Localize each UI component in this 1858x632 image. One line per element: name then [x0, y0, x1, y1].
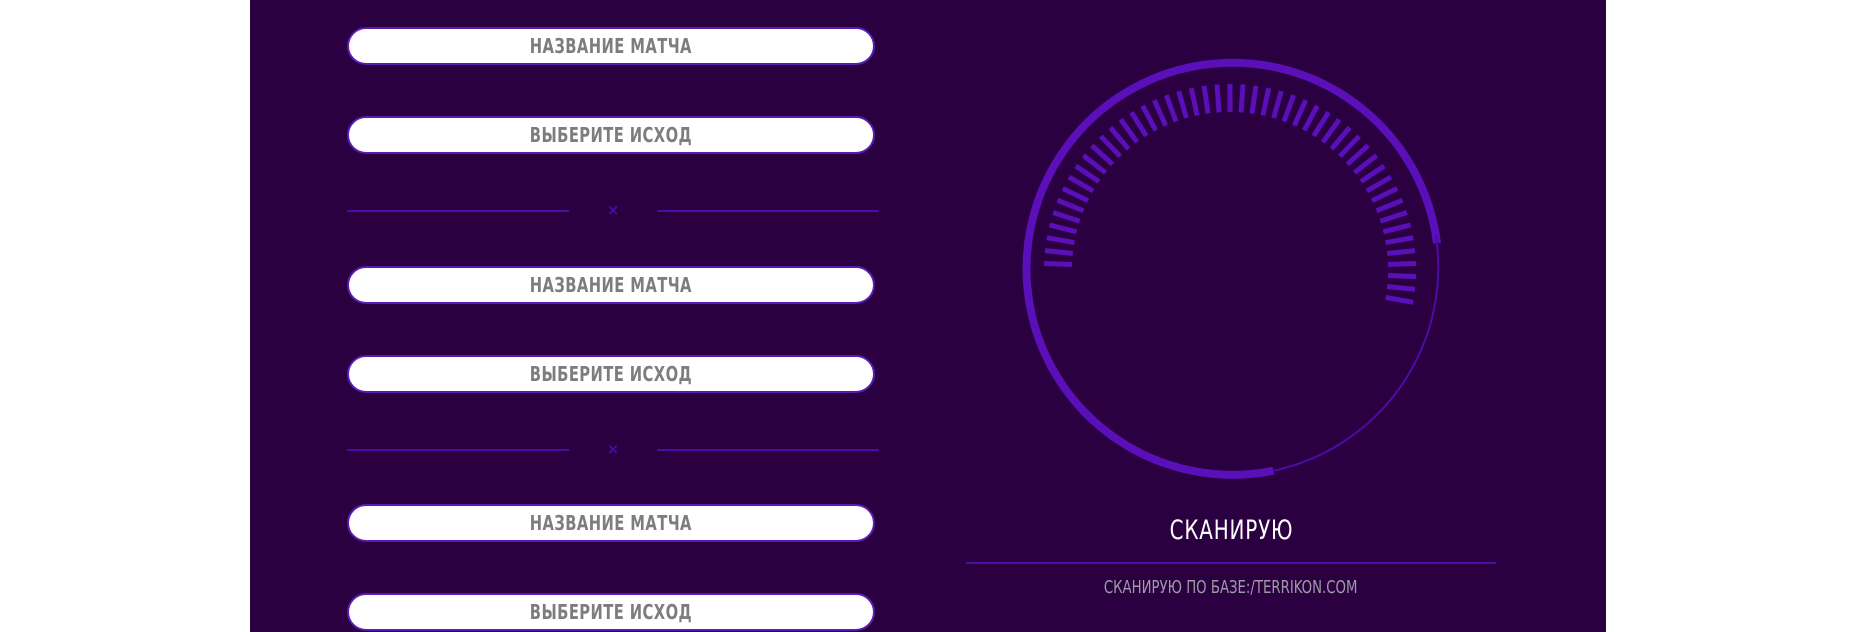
radar-tick: [1385, 294, 1414, 305]
radar-tick: [1386, 248, 1416, 256]
radar-tick: [1292, 99, 1308, 127]
outcome-select-button-1[interactable]: ВЫБЕРИТЕ ИСХОД: [347, 116, 875, 154]
radar-outer-thin-arc: [1273, 235, 1440, 472]
radar-tick-ring: [1044, 84, 1416, 305]
radar-tick: [1061, 186, 1090, 203]
radar-outer-arc: [1022, 58, 1441, 479]
match-name-button-1[interactable]: НАЗВАНИЕ МАТЧА: [347, 27, 875, 65]
radar-tick: [1052, 210, 1081, 224]
radar-tick: [1118, 118, 1140, 144]
radar-tick: [1067, 174, 1095, 194]
radar-tick: [1188, 87, 1200, 117]
match-name-label-3: НАЗВАНИЕ МАТЧА: [529, 511, 693, 535]
radar-tick: [1238, 84, 1246, 113]
radar-tick: [1271, 90, 1284, 119]
radar-spinner-icon: [1022, 58, 1441, 479]
match-name-label-1: НАЗВАНИЕ МАТЧА: [529, 34, 693, 58]
outcome-select-button-3[interactable]: ВЫБЕРИТЕ ИСХОД: [347, 593, 875, 631]
radar-tick: [1140, 104, 1159, 132]
radar-tick: [1359, 163, 1386, 184]
separator-line-left: [347, 449, 569, 451]
status-divider: [966, 562, 1496, 564]
scan-status-text: СКАНИРУЮ: [1169, 515, 1293, 546]
match-separator-2: ×: [347, 439, 879, 459]
radar-tick: [1385, 235, 1414, 246]
close-icon: ×: [606, 201, 620, 219]
radar-tick: [1379, 210, 1408, 224]
close-icon: ×: [606, 440, 620, 458]
radar-tick: [1214, 84, 1222, 113]
radar-tick: [1311, 110, 1331, 138]
radar-tick: [1152, 99, 1168, 127]
radar-tick: [1044, 248, 1074, 256]
radar-tick: [1370, 186, 1399, 203]
radar-tick: [1382, 222, 1412, 235]
bet-scanner-panel: НАЗВАНИЕ МАТЧА ВЫБЕРИТЕ ИСХОД × НАЗВАНИЕ…: [250, 0, 1606, 632]
radar-tick: [1365, 174, 1393, 194]
radar-tick: [1301, 104, 1320, 132]
scan-source: СКАНИРУЮ ПО БАЗЕ:/TERRIKON.COM: [966, 577, 1496, 598]
radar-tick: [1201, 85, 1211, 114]
radar-tick: [1281, 94, 1296, 123]
match-name-button-2[interactable]: НАЗВАНИЕ МАТЧА: [347, 266, 875, 304]
radar-tick: [1386, 284, 1416, 292]
radar-tick: [1048, 222, 1078, 235]
match-name-label-2: НАЗВАНИЕ МАТЧА: [529, 273, 693, 297]
scan-status: СКАНИРУЮ: [966, 515, 1496, 546]
outcome-select-label-3: ВЫБЕРИТЕ ИСХОД: [529, 600, 693, 624]
radar-tick: [1387, 273, 1416, 279]
radar-tick: [1164, 94, 1179, 123]
match-separator-1: ×: [347, 200, 879, 220]
radar-tick: [1176, 90, 1189, 119]
radar-tick: [1320, 118, 1342, 144]
separator-line-left: [347, 210, 569, 212]
radar-tick: [1046, 235, 1075, 246]
scan-source-text: СКАНИРУЮ ПО БАЗЕ:/TERRIKON.COM: [1104, 577, 1358, 598]
separator-line-right: [657, 449, 879, 451]
radar-tick: [1249, 85, 1259, 114]
radar-tick: [1387, 261, 1416, 267]
radar-tick: [1260, 87, 1272, 117]
outcome-select-button-2[interactable]: ВЫБЕРИТЕ ИСХОД: [347, 355, 875, 393]
radar-tick: [1056, 197, 1085, 214]
separator-line-right: [657, 210, 879, 212]
radar-tick: [1129, 110, 1149, 138]
radar-tick: [1375, 197, 1404, 214]
match-name-button-3[interactable]: НАЗВАНИЕ МАТЧА: [347, 504, 875, 542]
radar-tick: [1044, 261, 1073, 267]
outcome-select-label-2: ВЫБЕРИТЕ ИСХОД: [529, 362, 693, 386]
outcome-select-label-1: ВЫБЕРИТЕ ИСХОД: [529, 123, 693, 147]
radar-tick: [1074, 163, 1101, 184]
